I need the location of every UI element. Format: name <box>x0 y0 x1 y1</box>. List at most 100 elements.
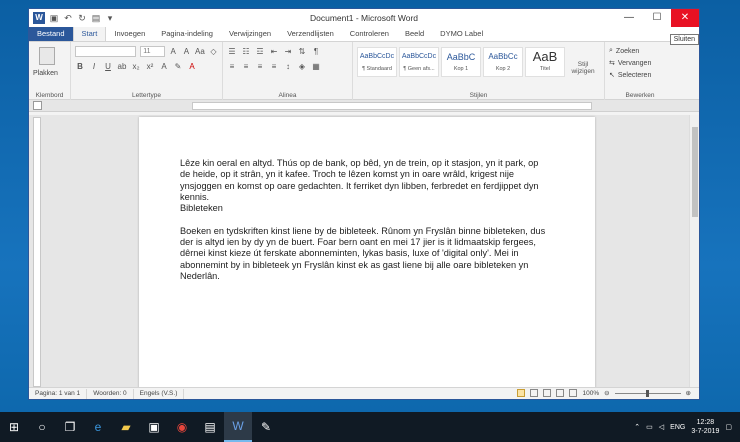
style-standard[interactable]: AaBbCcDc ¶ Standaard <box>357 47 397 77</box>
font-name-box[interactable] <box>75 46 137 57</box>
vertical-ruler[interactable] <box>33 117 41 387</box>
tray-overflow-icon[interactable]: ⌃ <box>634 423 640 431</box>
tab-mailings[interactable]: Verzendlijsten <box>279 27 342 41</box>
zoom-out-icon[interactable]: ⊖ <box>604 389 609 397</box>
print-layout-view-icon[interactable] <box>517 389 526 397</box>
replace-button[interactable]: ⇆ Vervangen <box>609 57 671 69</box>
print-preview-icon[interactable]: ▤ <box>91 13 101 23</box>
tab-view[interactable]: Beeld <box>397 27 432 41</box>
page-count[interactable]: Pagina: 1 van 1 <box>29 388 88 399</box>
tab-page-layout[interactable]: Pagina-indeling <box>153 27 221 41</box>
notifications-icon[interactable]: ▢ <box>725 423 732 431</box>
tab-selector[interactable] <box>33 101 42 110</box>
change-case-icon[interactable]: Aa <box>195 47 205 56</box>
subscript-icon[interactable]: x₂ <box>131 62 141 71</box>
search-icon[interactable]: ○ <box>28 412 56 442</box>
tab-references[interactable]: Verwijzingen <box>221 27 279 41</box>
style-heading-1[interactable]: AaBbC Kop 1 <box>441 47 481 77</box>
editing-group: ⌕ Zoeken ⇆ Vervangen ↖ Selecteren Bewerken <box>605 42 675 100</box>
align-center-icon[interactable]: ≡ <box>241 62 251 71</box>
shading-icon[interactable]: ◈ <box>297 62 307 71</box>
chrome-icon[interactable]: ◉ <box>168 412 196 442</box>
document-page[interactable]: Lêze kin oeral en altyd. Thús op de bank… <box>139 117 595 395</box>
draft-view-icon[interactable] <box>569 389 578 397</box>
tab-insert[interactable]: Invoegen <box>106 27 153 41</box>
paste-button[interactable]: Plakken <box>33 70 58 77</box>
clock[interactable]: 12:28 3-7-2019 <box>691 418 719 436</box>
text-effects-icon[interactable]: A <box>159 62 169 71</box>
network-icon[interactable]: ▭ <box>646 423 653 431</box>
style-heading-2[interactable]: AaBbCc Kop 2 <box>483 47 523 77</box>
zoom-in-icon[interactable]: ⊕ <box>686 389 691 397</box>
word-count[interactable]: Woorden: 0 <box>87 388 134 399</box>
word-taskbar-icon[interactable]: W <box>224 412 252 442</box>
edge-icon[interactable]: e <box>84 412 112 442</box>
style-no-spacing[interactable]: AaBbCcDc ¶ Geen afs... <box>399 47 439 77</box>
change-styles-button[interactable]: Stijl wijzigen <box>567 47 599 77</box>
start-icon[interactable]: ⊞ <box>0 412 28 442</box>
align-left-icon[interactable]: ≡ <box>227 62 237 71</box>
paint-icon[interactable]: ✎ <box>252 412 280 442</box>
input-language[interactable]: ENG <box>670 424 685 431</box>
web-layout-view-icon[interactable] <box>543 389 552 397</box>
heading-bibleteken[interactable]: Bibleteken <box>180 203 550 214</box>
bullets-icon[interactable]: ☰ <box>227 47 237 56</box>
borders-icon[interactable]: ▦ <box>311 62 321 71</box>
select-button[interactable]: ↖ Selecteren <box>609 69 671 81</box>
font-size-box[interactable]: 11 <box>140 46 165 57</box>
paragraph-1[interactable]: Lêze kin oeral en altyd. Thús op de bank… <box>180 158 550 203</box>
paragraph-2[interactable]: Boeken en tydskriften kinst liene by de … <box>180 226 550 282</box>
highlight-icon[interactable]: ✎ <box>173 62 183 71</box>
tab-home[interactable]: Start <box>72 26 107 41</box>
italic-icon[interactable]: I <box>89 62 99 71</box>
shrink-font-icon[interactable]: A <box>182 47 191 56</box>
store-icon[interactable]: ▣ <box>140 412 168 442</box>
document-body[interactable]: Lêze kin oeral en altyd. Thús op de bank… <box>180 158 550 282</box>
style-title[interactable]: AaB Titel <box>525 47 565 77</box>
line-spacing-icon[interactable]: ↕ <box>283 62 293 71</box>
language-status[interactable]: Engels (V.S.) <box>134 388 185 399</box>
maximize-button[interactable]: ☐ <box>643 9 671 27</box>
styles-group-label: Stijlen <box>469 92 488 99</box>
minimize-button[interactable]: — <box>615 9 643 27</box>
font-group-label: Lettertype <box>132 92 161 99</box>
multilevel-list-icon[interactable]: ☲ <box>255 47 265 56</box>
document-canvas: Lêze kin oeral en altyd. Thús op de bank… <box>29 115 699 395</box>
app-icon[interactable]: ▤ <box>196 412 224 442</box>
underline-icon[interactable]: U <box>103 62 113 71</box>
numbering-icon[interactable]: ☷ <box>241 47 251 56</box>
task-view-icon[interactable]: ❐ <box>56 412 84 442</box>
paste-icon[interactable] <box>39 47 55 65</box>
save-icon[interactable]: ▣ <box>49 13 59 23</box>
undo-icon[interactable]: ↶ <box>63 13 73 23</box>
full-screen-view-icon[interactable] <box>530 389 539 397</box>
tab-dymo-label[interactable]: DYMO Label <box>432 27 491 41</box>
find-button[interactable]: ⌕ Zoeken <box>609 45 671 57</box>
tab-file[interactable]: Bestand <box>29 26 73 41</box>
file-explorer-icon[interactable]: ▰ <box>112 412 140 442</box>
redo-icon[interactable]: ↻ <box>77 13 87 23</box>
grow-font-icon[interactable]: A <box>169 47 178 56</box>
tab-review[interactable]: Controleren <box>342 27 397 41</box>
pilcrow-icon[interactable]: ¶ <box>311 47 321 56</box>
close-button[interactable]: ✕ <box>671 9 699 27</box>
volume-icon[interactable]: ◁ <box>659 423 664 431</box>
vertical-scrollbar[interactable] <box>689 115 699 389</box>
bold-icon[interactable]: B <box>75 62 85 71</box>
outline-view-icon[interactable] <box>556 389 565 397</box>
scrollbar-thumb[interactable] <box>692 127 698 217</box>
font-color-icon[interactable]: A <box>187 62 197 71</box>
clear-format-icon[interactable]: ◇ <box>209 47 218 56</box>
align-right-icon[interactable]: ≡ <box>255 62 265 71</box>
horizontal-ruler[interactable] <box>29 100 699 112</box>
zoom-slider[interactable] <box>614 389 681 397</box>
justify-icon[interactable]: ≡ <box>269 62 279 71</box>
superscript-icon[interactable]: x² <box>145 62 155 71</box>
zoom-level[interactable]: 100% <box>582 390 599 397</box>
decrease-indent-icon[interactable]: ⇤ <box>269 47 279 56</box>
customize-qat-icon[interactable]: ▾ <box>105 13 115 23</box>
zoom-slider-knob[interactable] <box>645 389 649 397</box>
strikethrough-icon[interactable]: ab <box>117 62 127 71</box>
sort-icon[interactable]: ⇅ <box>297 47 307 56</box>
increase-indent-icon[interactable]: ⇥ <box>283 47 293 56</box>
